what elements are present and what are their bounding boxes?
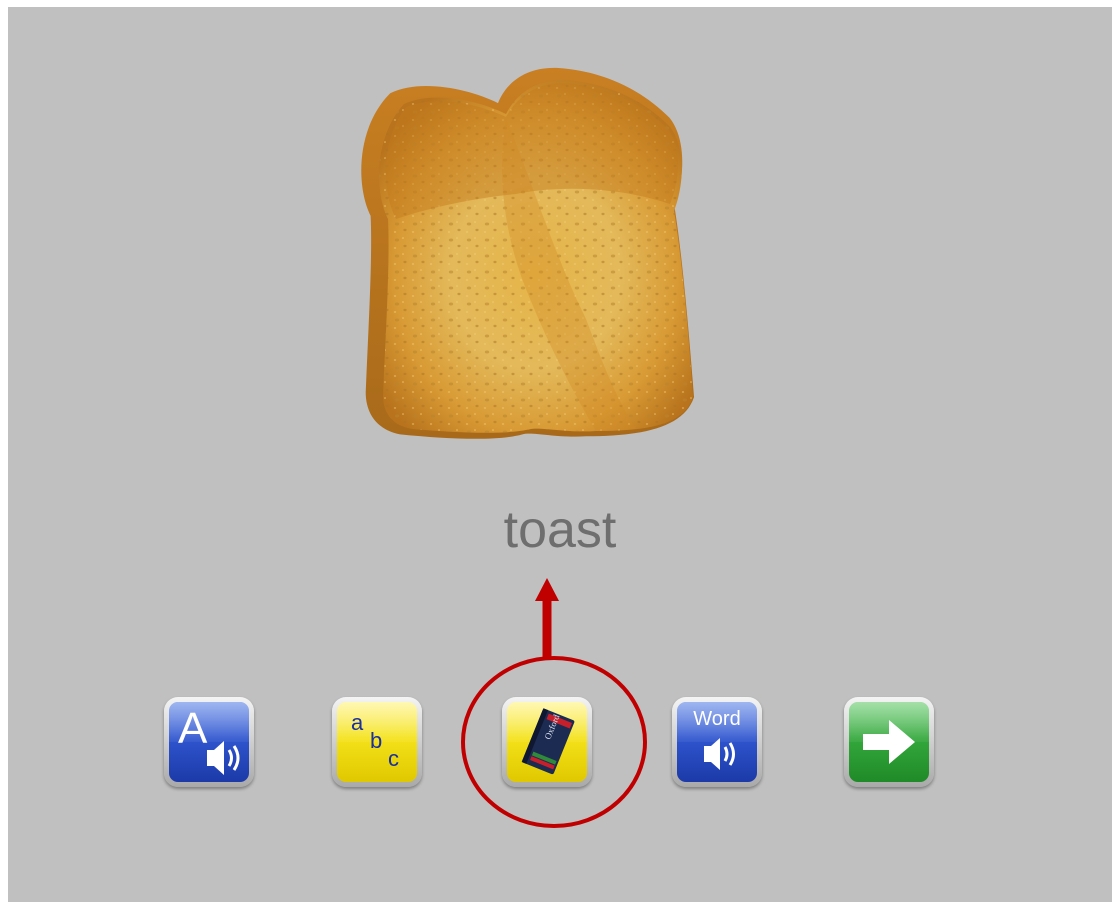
dictionary-button[interactable]: Oxford <box>502 697 592 787</box>
lesson-word: toast <box>503 501 617 559</box>
say-word-button[interactable]: Word <box>672 697 762 787</box>
speaker-icon <box>207 741 240 775</box>
letter-c: c <box>388 746 399 771</box>
letter-a: a <box>351 710 364 735</box>
oxford-dictionary-book-icon <box>521 708 575 775</box>
lesson-stage: toast A a b c Oxford Word <box>8 7 1112 902</box>
right-arrow-icon <box>863 720 915 764</box>
say-letters-button[interactable]: A <box>164 697 254 787</box>
speaker-icon <box>704 738 735 770</box>
toast-image <box>356 59 706 454</box>
next-button[interactable] <box>844 697 934 787</box>
annotation-arrow-head <box>535 578 559 601</box>
letter-b: b <box>370 728 383 753</box>
spell-abc-button[interactable]: a b c <box>332 697 422 787</box>
